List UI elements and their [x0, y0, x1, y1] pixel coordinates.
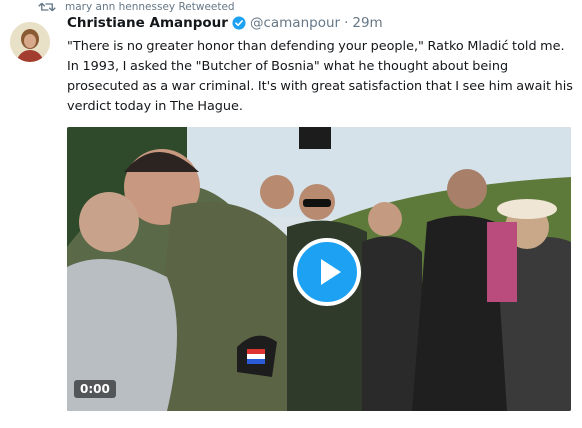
retweet-label[interactable]: mary ann hennessey Retweeted	[65, 1, 235, 13]
tweet-body: "There is no greater honor than defendin…	[67, 39, 573, 114]
display-name[interactable]: Christiane Amanpour	[67, 15, 228, 31]
avatar[interactable]	[10, 22, 50, 62]
play-button[interactable]	[293, 238, 361, 306]
separator-dot: ·	[344, 15, 349, 31]
tweet-timestamp[interactable]: 29m	[352, 15, 382, 31]
user-handle[interactable]: @camanpour	[250, 15, 340, 31]
tweet-header: Christiane Amanpour @camanpour · 29m	[67, 15, 383, 31]
video-timestamp: 0:00	[74, 380, 116, 398]
tweet-text: "There is no greater honor than defendin…	[67, 37, 579, 117]
retweet-icon	[38, 2, 56, 12]
retweet-context: mary ann hennessey Retweeted	[38, 0, 235, 14]
play-icon	[321, 259, 341, 285]
verified-badge-icon	[232, 16, 246, 30]
